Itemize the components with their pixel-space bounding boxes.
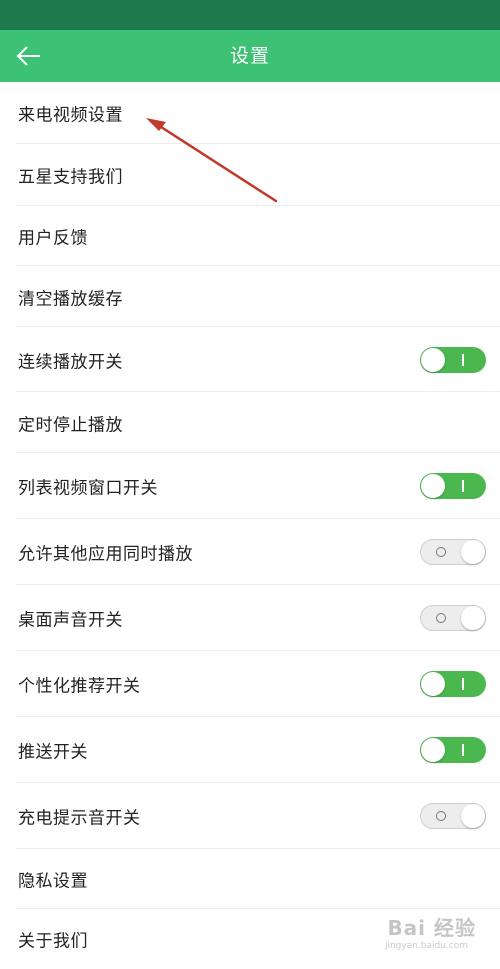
setting-label: 允许其他应用同时播放 bbox=[18, 544, 193, 565]
setting-label: 用户反馈 bbox=[18, 228, 88, 249]
app-bar: 设置 bbox=[0, 30, 500, 82]
toggle-knob bbox=[421, 347, 445, 372]
setting-row-timer-stop[interactable]: 定时停止播放 bbox=[0, 392, 500, 453]
watermark-url: jingyan.baidu.com bbox=[384, 941, 468, 951]
toggle-off-mark bbox=[436, 613, 446, 623]
allow-other-apps-toggle[interactable] bbox=[420, 539, 486, 565]
toggle-on-mark bbox=[462, 353, 464, 366]
setting-row-incoming-call-video[interactable]: 来电视频设置 bbox=[0, 82, 500, 144]
personalized-recommend-toggle[interactable] bbox=[420, 671, 486, 697]
toggle-knob bbox=[421, 672, 445, 696]
toggle-on-mark bbox=[462, 678, 464, 690]
setting-label: 列表视频窗口开关 bbox=[18, 478, 158, 499]
setting-row-five-star[interactable]: 五星支持我们 bbox=[0, 144, 500, 206]
setting-label: 个性化推荐开关 bbox=[18, 676, 141, 697]
setting-label: 清空播放缓存 bbox=[18, 289, 123, 309]
toggle-off-mark bbox=[436, 547, 446, 557]
setting-row-clear-cache[interactable]: 清空播放缓存 bbox=[0, 266, 500, 327]
setting-label: 隐私设置 bbox=[18, 871, 88, 892]
desktop-sound-toggle[interactable] bbox=[420, 605, 486, 631]
toggle-knob bbox=[461, 606, 485, 630]
setting-row-charging-sound: 充电提示音开关 bbox=[0, 783, 500, 849]
setting-label: 推送开关 bbox=[18, 742, 88, 763]
list-video-window-toggle[interactable] bbox=[420, 473, 486, 499]
status-bar bbox=[0, 0, 500, 30]
watermark-logo: Bai 经验 bbox=[387, 916, 476, 940]
setting-row-allow-other-apps: 允许其他应用同时播放 bbox=[0, 519, 500, 585]
page-title: 设置 bbox=[229, 45, 270, 67]
toggle-knob bbox=[461, 540, 485, 564]
continuous-play-toggle[interactable] bbox=[420, 346, 486, 373]
setting-row-push: 推送开关 bbox=[0, 717, 500, 783]
setting-label: 桌面声音开关 bbox=[18, 610, 123, 631]
charging-sound-toggle[interactable] bbox=[420, 803, 486, 829]
setting-label: 充电提示音开关 bbox=[18, 808, 141, 829]
setting-row-feedback[interactable]: 用户反馈 bbox=[0, 206, 500, 266]
setting-label: 来电视频设置 bbox=[18, 105, 123, 126]
toggle-off-mark bbox=[436, 811, 446, 821]
setting-row-privacy[interactable]: 隐私设置 bbox=[0, 849, 500, 909]
setting-row-desktop-sound: 桌面声音开关 bbox=[0, 585, 500, 651]
toggle-knob bbox=[421, 474, 445, 498]
push-toggle[interactable] bbox=[420, 737, 486, 763]
setting-label: 五星支持我们 bbox=[18, 167, 123, 188]
toggle-knob bbox=[461, 804, 485, 828]
toggle-on-mark bbox=[462, 480, 464, 492]
setting-label: 连续播放开关 bbox=[18, 352, 123, 372]
setting-row-continuous-play: 连续播放开关 bbox=[0, 327, 500, 392]
setting-label: 定时停止播放 bbox=[18, 415, 123, 435]
toggle-knob bbox=[421, 738, 445, 762]
toggle-on-mark bbox=[462, 744, 464, 756]
setting-label: 关于我们 bbox=[18, 931, 88, 952]
setting-row-personalized-recommend: 个性化推荐开关 bbox=[0, 651, 500, 717]
setting-row-list-video-window: 列表视频窗口开关 bbox=[0, 453, 500, 519]
